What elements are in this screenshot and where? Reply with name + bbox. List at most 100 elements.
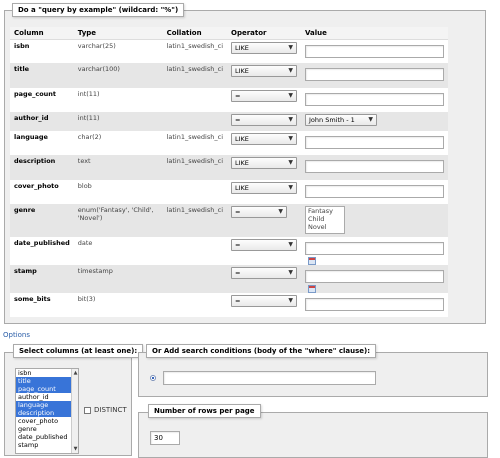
row-type: timestamp: [73, 265, 163, 293]
chevron-down-icon: ▼: [288, 184, 293, 191]
operator-select[interactable]: = ▼: [231, 267, 297, 279]
value-header: Value: [301, 27, 448, 40]
chevron-down-icon: ▼: [278, 208, 283, 215]
operator-select[interactable]: = ▼: [231, 295, 297, 307]
list-item[interactable]: cover_photo: [16, 417, 78, 425]
value-input[interactable]: [305, 160, 444, 173]
scroll-up-icon[interactable]: ▲: [72, 369, 79, 377]
chevron-down-icon: ▼: [288, 67, 293, 74]
table-row: stamp timestamp = ▼: [10, 265, 448, 293]
operator-select[interactable]: LIKE ▼: [231, 133, 297, 145]
chevron-down-icon: ▼: [288, 43, 293, 51]
operator-value: LIKE: [235, 67, 249, 75]
row-collation: [162, 112, 227, 131]
operator-value: =: [235, 241, 241, 249]
calendar-icon[interactable]: [308, 285, 316, 293]
row-column-name: some_bits: [10, 293, 74, 317]
row-type: varchar(100): [73, 63, 163, 88]
list-item[interactable]: author_id: [16, 393, 78, 401]
value-input[interactable]: [305, 185, 444, 198]
row-column-name: title: [10, 63, 74, 88]
list-item[interactable]: Fantasy: [306, 207, 344, 215]
list-item[interactable]: genre: [16, 425, 78, 433]
row-column-name: page_count: [10, 88, 74, 112]
operator-select[interactable]: LIKE ▼: [231, 157, 297, 169]
list-item[interactable]: stamp: [16, 441, 78, 449]
row-column-name: date_published: [10, 237, 74, 265]
row-collation: latin1_swedish_ci: [162, 131, 227, 155]
row-type: int(11): [73, 88, 163, 112]
calendar-icon[interactable]: [308, 257, 316, 265]
value-input[interactable]: [305, 298, 444, 311]
distinct-label: DISTINCT: [94, 406, 127, 414]
list-item[interactable]: Child: [306, 215, 344, 223]
row-collation: latin1_swedish_ci: [162, 39, 227, 63]
list-item[interactable]: language: [16, 401, 78, 409]
table-row: date_published date = ▼: [10, 237, 448, 265]
operator-select[interactable]: = ▼: [231, 239, 297, 251]
list-item[interactable]: description: [16, 409, 78, 417]
value-input[interactable]: [305, 93, 444, 106]
collation-header: Collation: [162, 27, 227, 40]
list-item[interactable]: Novel: [306, 223, 344, 231]
value-input[interactable]: [305, 44, 444, 58]
operator-select[interactable]: LIKE ▼: [231, 41, 297, 54]
table-row: title varchar(100) latin1_swedish_ci LIK…: [10, 63, 448, 88]
row-column-name: cover_photo: [10, 180, 74, 204]
value-input[interactable]: [305, 68, 444, 81]
chevron-down-icon: ▼: [288, 297, 293, 304]
value-input[interactable]: [305, 270, 444, 283]
value-input[interactable]: [305, 242, 444, 255]
table-row: some_bits bit(3) = ▼: [10, 293, 448, 317]
value-input[interactable]: [305, 136, 444, 149]
where-clause-input[interactable]: [163, 371, 376, 385]
operator-select[interactable]: LIKE ▼: [231, 65, 297, 77]
row-collation: [162, 180, 227, 204]
row-collation: [162, 237, 227, 265]
author-value-select[interactable]: John Smith - 1 ▼: [305, 114, 377, 126]
row-collation: latin1_swedish_ci: [162, 155, 227, 180]
operator-value: =: [235, 269, 241, 277]
row-column-name: language: [10, 131, 74, 155]
table-row: description text latin1_swedish_ci LIKE ▼: [10, 155, 448, 180]
options-link[interactable]: Options: [3, 331, 30, 339]
qbe-table: Column Type Collation Operator Value isb…: [10, 27, 448, 317]
operator-select[interactable]: = ▼: [231, 206, 287, 218]
table-row: language char(2) latin1_swedish_ci LIKE ▼: [10, 131, 448, 155]
scroll-down-icon[interactable]: ▼: [72, 445, 79, 453]
list-item[interactable]: title: [16, 377, 78, 385]
table-row: author_id int(11) = ▼ John Smith - 1 ▼: [10, 112, 448, 131]
type-header: Type: [73, 27, 163, 40]
operator-value: =: [235, 208, 241, 216]
row-type: enum('Fantasy', 'Child', 'Novel'): [73, 204, 163, 237]
row-collation: [162, 265, 227, 293]
select-columns-legend: Select columns (at least one):: [13, 344, 144, 358]
operator-select[interactable]: = ▼: [231, 90, 297, 102]
list-item[interactable]: date_published: [16, 433, 78, 441]
row-type: char(2): [73, 131, 163, 155]
chevron-down-icon: ▼: [288, 135, 293, 142]
operator-select[interactable]: = ▼: [231, 114, 297, 126]
column-header: Column: [10, 27, 74, 40]
query-by-example-legend: Do a "query by example" (wildcard: "%"): [12, 3, 185, 17]
chevron-down-icon: ▼: [288, 241, 293, 248]
list-item[interactable]: isbn: [16, 369, 78, 377]
operator-header: Operator: [227, 27, 301, 40]
columns-listbox[interactable]: isbn title page_count author_id language…: [15, 368, 79, 454]
where-radio[interactable]: [150, 375, 156, 381]
operator-value: LIKE: [235, 184, 249, 192]
row-type: varchar(25): [73, 39, 163, 63]
chevron-down-icon: ▼: [368, 116, 373, 123]
distinct-checkbox[interactable]: [84, 407, 91, 414]
operator-value: LIKE: [235, 43, 249, 52]
rows-per-page-input[interactable]: 30: [150, 431, 180, 445]
listbox-scrollbar[interactable]: ▲ ▼: [71, 369, 78, 453]
list-item[interactable]: page_count: [16, 385, 78, 393]
genre-listbox[interactable]: Fantasy Child Novel: [305, 206, 345, 234]
where-clause-legend: Or Add search conditions (body of the "w…: [146, 344, 377, 358]
operator-select[interactable]: LIKE ▼: [231, 182, 297, 194]
chevron-down-icon: ▼: [288, 116, 293, 123]
table-row: genre enum('Fantasy', 'Child', 'Novel') …: [10, 204, 448, 237]
table-row: page_count int(11) = ▼: [10, 88, 448, 112]
operator-value: LIKE: [235, 135, 249, 143]
